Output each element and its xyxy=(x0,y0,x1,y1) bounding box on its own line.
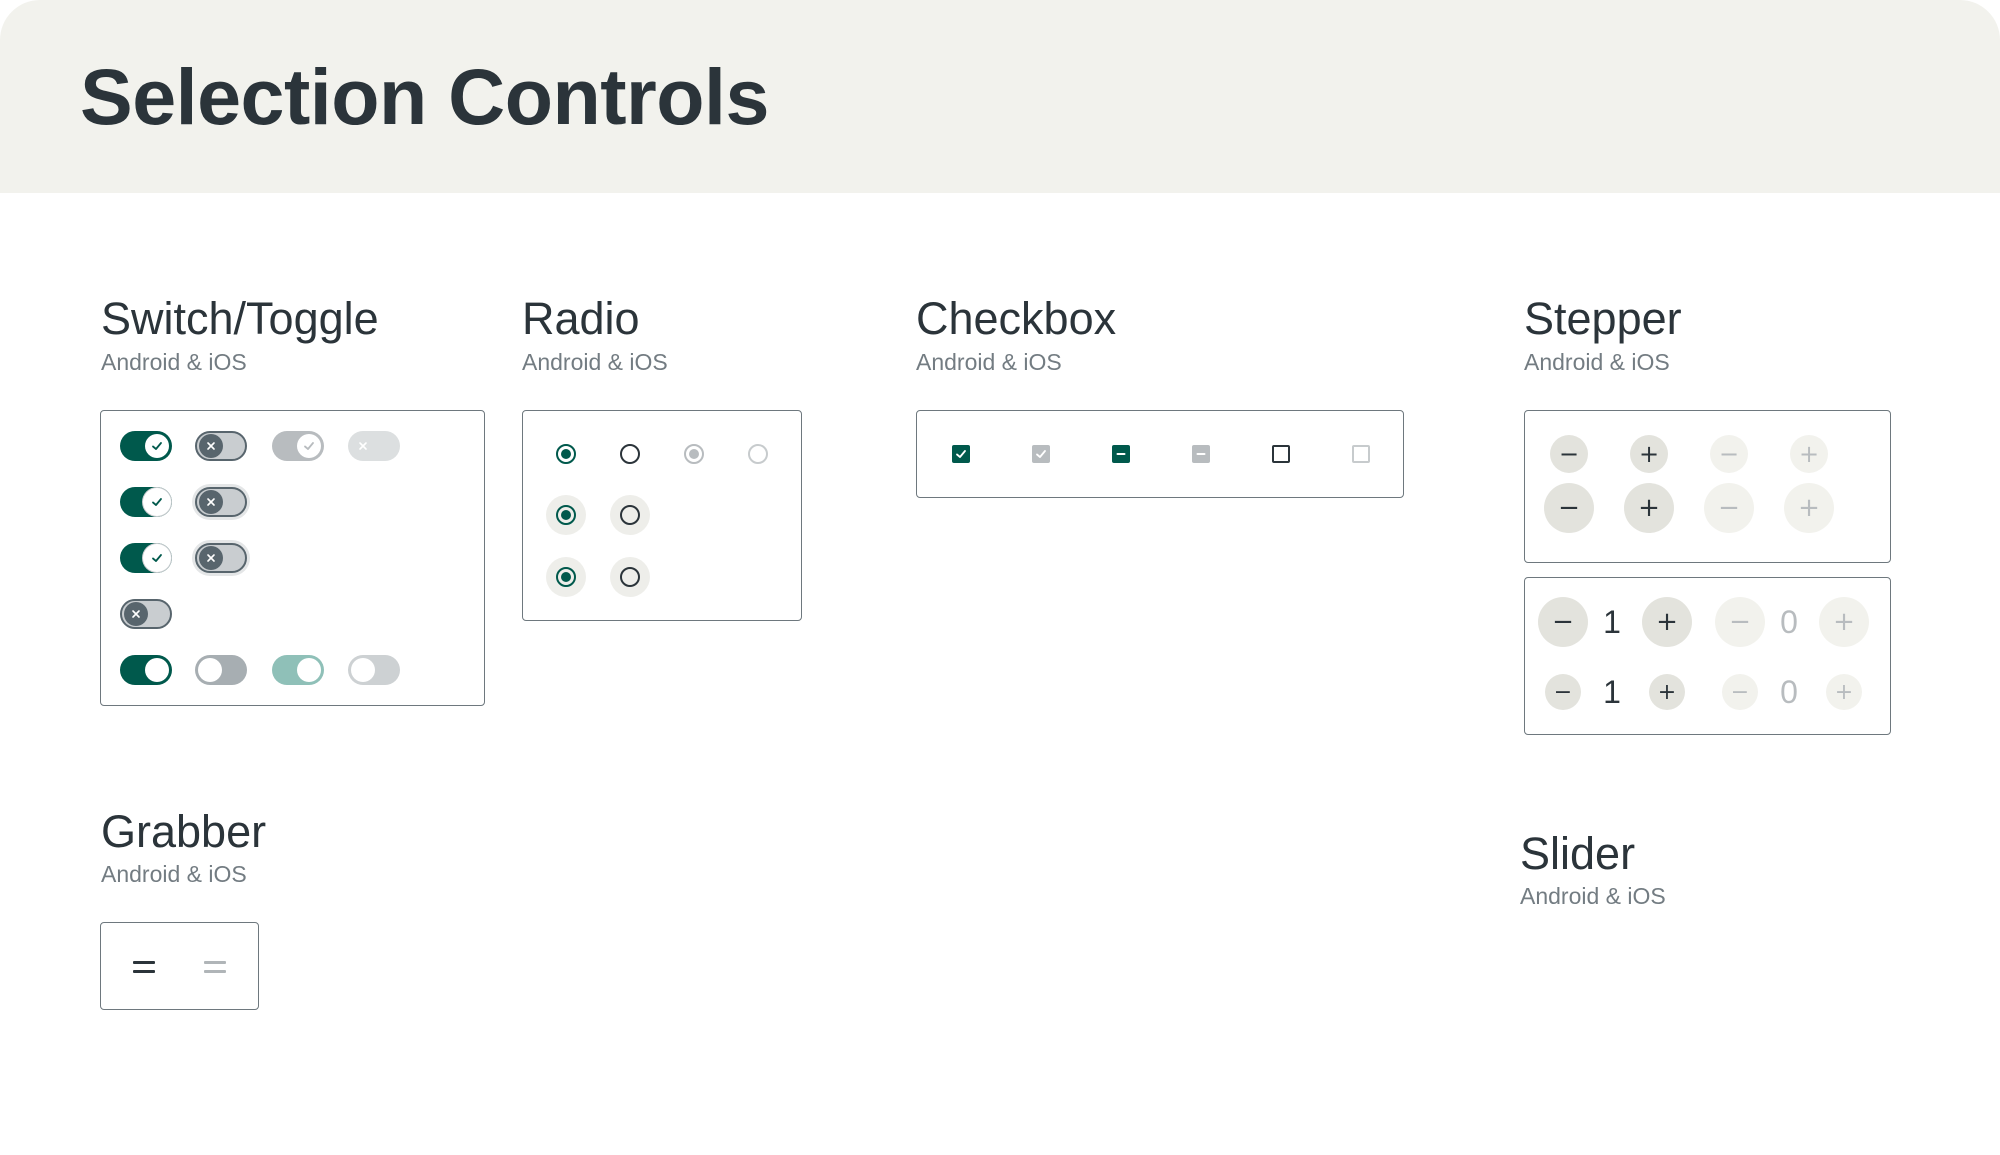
radio-panel xyxy=(522,410,802,621)
check-icon xyxy=(145,434,169,458)
switch-knob xyxy=(351,658,375,682)
checkbox-checked-disabled[interactable] xyxy=(1032,445,1050,463)
stepper-minus-button-disabled[interactable]: − xyxy=(1715,597,1765,647)
stepper-plus-button-large[interactable]: + xyxy=(1624,483,1674,533)
close-icon xyxy=(199,434,223,458)
switch-on-pressed[interactable] xyxy=(120,543,172,573)
stepper-minus-button-large-disabled[interactable]: − xyxy=(1704,483,1754,533)
check-icon xyxy=(145,490,169,514)
ios-switch-on[interactable] xyxy=(120,655,172,685)
check-icon xyxy=(1036,450,1046,458)
radio-circle xyxy=(684,444,704,464)
stepper-minus-button-large[interactable]: − xyxy=(1544,483,1594,533)
grabber-icon-disabled[interactable] xyxy=(204,961,226,973)
radio-unselected[interactable] xyxy=(610,434,650,474)
stepper-plus-button-small-disabled[interactable]: + xyxy=(1826,674,1862,710)
radio-circle xyxy=(556,567,576,587)
stepper-value: 1 xyxy=(1603,604,1621,640)
radio-circle xyxy=(556,444,576,464)
switch-section-subtitle: Android & iOS xyxy=(101,349,247,375)
ios-switch-off[interactable] xyxy=(195,655,247,685)
check-icon xyxy=(297,434,321,458)
stepper-values-panel: − 1 + − 0 + − 1 + − 0 + xyxy=(1524,577,1891,735)
checkbox-section-title: Checkbox xyxy=(916,293,1117,344)
checkbox-unchecked-disabled[interactable] xyxy=(1352,445,1370,463)
stepper-section-title: Stepper xyxy=(1524,293,1682,344)
minus-icon xyxy=(1116,453,1126,455)
radio-circle xyxy=(748,444,768,464)
radio-unselected-hover[interactable] xyxy=(610,495,650,535)
stepper-minus-button[interactable]: − xyxy=(1538,597,1588,647)
radio-circle xyxy=(620,567,640,587)
stepper-plus-button[interactable]: + xyxy=(1642,597,1692,647)
checkbox-section-subtitle: Android & iOS xyxy=(916,349,1062,375)
radio-disabled-selected[interactable] xyxy=(674,434,714,474)
switch-disabled-on[interactable] xyxy=(272,431,324,461)
stepper-value-small-disabled: 0 xyxy=(1780,674,1798,710)
grabber-section-title: Grabber xyxy=(101,806,267,857)
stepper-plus-button-small[interactable]: + xyxy=(1649,674,1685,710)
switch-off-pressed[interactable] xyxy=(195,543,247,573)
stepper-minus-button-small[interactable]: − xyxy=(1545,674,1581,710)
switch-disabled-off[interactable] xyxy=(348,431,400,461)
stepper-section-subtitle: Android & iOS xyxy=(1524,349,1670,375)
ios-switch-disabled-on[interactable] xyxy=(272,655,324,685)
close-icon xyxy=(199,490,223,514)
radio-disabled-unselected[interactable] xyxy=(738,434,778,474)
page-title: Selection Controls xyxy=(80,52,769,141)
switch-knob xyxy=(297,658,321,682)
checkbox-checked[interactable] xyxy=(952,445,970,463)
stepper-value-small: 1 xyxy=(1603,674,1621,710)
stepper-minus-button[interactable]: − xyxy=(1550,435,1588,473)
radio-selected-pressed[interactable] xyxy=(546,557,586,597)
switch-off[interactable] xyxy=(195,431,247,461)
stepper-plus-button-disabled[interactable]: + xyxy=(1819,597,1869,647)
ios-switch-disabled-off[interactable] xyxy=(348,655,400,685)
stepper-buttons-panel: − + − + − + − + xyxy=(1524,410,1891,563)
stepper-plus-button-disabled[interactable]: + xyxy=(1790,435,1828,473)
grabber-icon[interactable] xyxy=(133,961,155,973)
radio-selected[interactable] xyxy=(546,434,586,474)
checkbox-indeterminate-disabled[interactable] xyxy=(1192,445,1210,463)
grabber-panel xyxy=(100,922,259,1010)
switch-knob xyxy=(145,658,169,682)
stepper-value-disabled: 0 xyxy=(1780,604,1798,640)
switch-off-hover[interactable] xyxy=(195,487,247,517)
stepper-plus-button[interactable]: + xyxy=(1630,435,1668,473)
slider-section-subtitle: Android & iOS xyxy=(1520,883,1666,909)
check-icon xyxy=(956,450,966,458)
check-icon xyxy=(145,546,169,570)
close-icon xyxy=(124,602,148,626)
stepper-minus-button-small-disabled[interactable]: − xyxy=(1722,674,1758,710)
slider-section-title: Slider xyxy=(1520,828,1636,879)
radio-circle xyxy=(620,444,640,464)
stepper-minus-button-disabled[interactable]: − xyxy=(1710,435,1748,473)
checkbox-indeterminate[interactable] xyxy=(1112,445,1130,463)
radio-circle xyxy=(620,505,640,525)
switch-on[interactable] xyxy=(120,431,172,461)
radio-section-title: Radio xyxy=(522,293,640,344)
radio-section-subtitle: Android & iOS xyxy=(522,349,668,375)
stepper-plus-button-large-disabled[interactable]: + xyxy=(1784,483,1834,533)
radio-unselected-pressed[interactable] xyxy=(610,557,650,597)
close-icon xyxy=(351,434,375,458)
switch-section-title: Switch/Toggle xyxy=(101,293,379,344)
switch-panel xyxy=(100,410,485,706)
switch-on-hover[interactable] xyxy=(120,487,172,517)
grabber-section-subtitle: Android & iOS xyxy=(101,861,247,887)
checkbox-unchecked[interactable] xyxy=(1272,445,1290,463)
page-header: Selection Controls xyxy=(0,0,2000,193)
checkbox-panel xyxy=(916,410,1404,498)
switch-knob xyxy=(198,658,222,682)
minus-icon xyxy=(1196,453,1206,455)
switch-off-focused[interactable] xyxy=(120,599,172,629)
radio-selected-hover[interactable] xyxy=(546,495,586,535)
radio-circle xyxy=(556,505,576,525)
close-icon xyxy=(199,546,223,570)
